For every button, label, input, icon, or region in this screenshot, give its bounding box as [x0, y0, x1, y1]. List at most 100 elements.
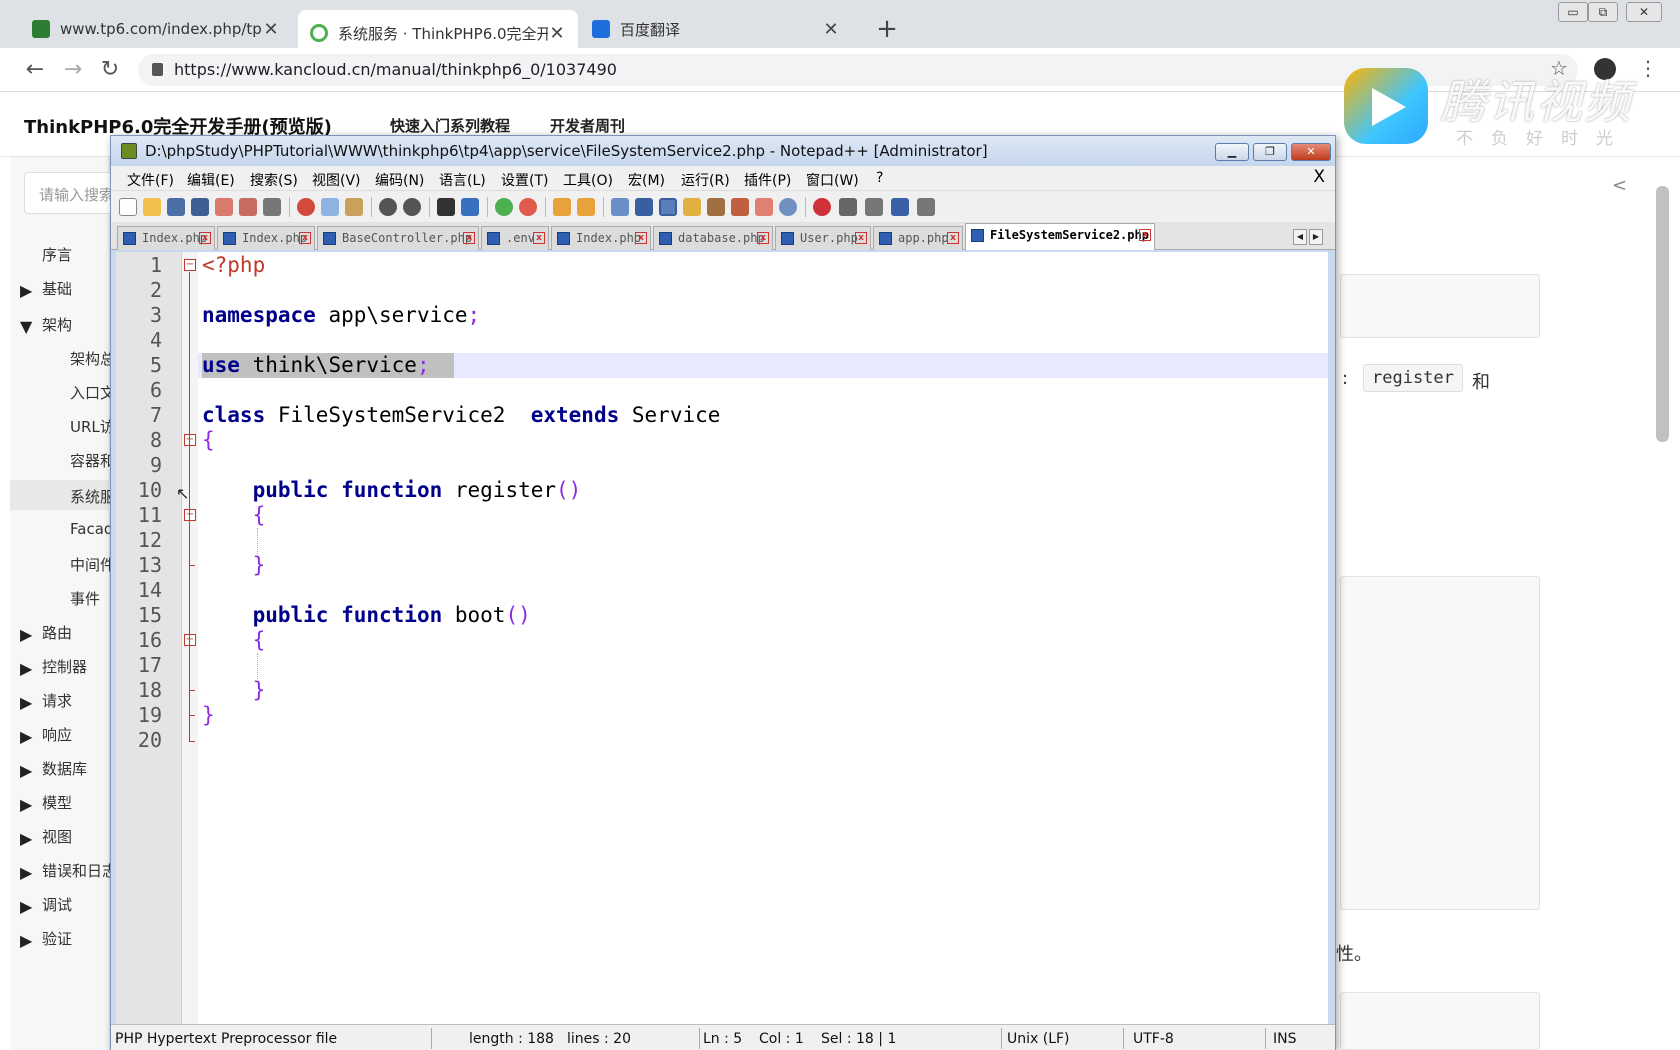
minimize-button[interactable]: ▭ [1558, 2, 1588, 22]
close-tab-icon[interactable]: x [299, 232, 311, 244]
close-tab-icon[interactable]: x [199, 232, 211, 244]
sidebar-item[interactable]: Facade [70, 520, 110, 538]
save-all-icon[interactable] [191, 198, 209, 216]
page-scrollbar[interactable] [1656, 186, 1669, 442]
sidebar-item[interactable]: 视图 [42, 826, 110, 847]
fold-toggle-icon[interactable]: − [184, 259, 196, 271]
close-window-button[interactable]: ✕ [1626, 2, 1662, 22]
doc-tab-env[interactable]: .env x [481, 226, 549, 250]
doc-tab-filesystemservice2[interactable]: FileSystemService2.php x [965, 223, 1155, 250]
close-tab-icon[interactable]: x [635, 232, 647, 244]
menu-window[interactable]: 窗口(W) [806, 170, 859, 190]
sidebar-item[interactable]: 控制器 [42, 656, 110, 677]
caret-right-icon[interactable]: ▶ [20, 863, 32, 882]
status-encoding[interactable]: UTF-8 [1133, 1031, 1174, 1047]
sync-vertical-icon[interactable] [553, 198, 571, 216]
menu-tools[interactable]: 工具(O) [563, 170, 613, 190]
undo-icon[interactable] [379, 198, 397, 216]
browser-tab-1[interactable]: www.tp6.com/index.php/tpshc ✕ [20, 10, 292, 48]
browser-menu-icon[interactable]: ⋮ [1638, 56, 1658, 80]
close-tab-icon[interactable]: x [533, 232, 545, 244]
header-link-quickstart[interactable]: 快速入门系列教程 [390, 115, 510, 136]
close-tab-icon[interactable]: ✕ [548, 23, 566, 44]
doc-tab-app[interactable]: app.php x [873, 226, 963, 250]
npp-maximize-button[interactable]: ❐ [1253, 143, 1287, 161]
caret-right-icon[interactable]: ▶ [20, 625, 32, 644]
sidebar-item[interactable]: 容器和依赖注入 [70, 450, 110, 471]
save-icon[interactable] [167, 198, 185, 216]
sidebar-item[interactable]: 序言 [42, 244, 110, 265]
doc-tab-basecontroller[interactable]: BaseController.php x [317, 226, 479, 250]
close-tab-icon[interactable]: x [855, 232, 867, 244]
code-editor[interactable]: 1234567891011121314151617181920 − − − − … [116, 252, 1328, 1024]
menu-run[interactable]: 运行(R) [681, 170, 730, 190]
caret-right-icon[interactable]: ▶ [20, 931, 32, 950]
record-macro-icon[interactable] [813, 198, 831, 216]
back-icon[interactable]: ← [20, 56, 50, 84]
sidebar-item[interactable]: 架构 [42, 314, 110, 335]
paste-icon[interactable] [345, 198, 363, 216]
caret-right-icon[interactable]: ▶ [20, 761, 32, 780]
caret-right-icon[interactable]: ▶ [20, 727, 32, 746]
close-file-icon[interactable] [215, 198, 233, 216]
close-tab-icon[interactable]: x [947, 232, 959, 244]
menu-file[interactable]: 文件(F) [127, 170, 174, 190]
menu-encoding[interactable]: 编码(N) [375, 170, 424, 190]
menu-close-doc-icon[interactable]: X [1313, 167, 1325, 187]
sidebar-item[interactable]: 中间件 [70, 554, 110, 575]
tab-scroll-left-icon[interactable]: ◀ [1293, 229, 1307, 245]
save-macro-icon[interactable] [917, 198, 935, 216]
sidebar-item[interactable]: 基础 [42, 278, 110, 299]
new-tab-button[interactable]: + [872, 14, 902, 44]
copy-icon[interactable] [321, 198, 339, 216]
browser-tab-3[interactable]: 百度翻译 ✕ [580, 10, 852, 48]
menu-plugins[interactable]: 插件(P) [744, 170, 791, 190]
zoom-out-icon[interactable] [519, 198, 537, 216]
doc-tab-user[interactable]: User.php x [775, 226, 871, 250]
caret-down-icon[interactable]: ▼ [20, 317, 32, 336]
close-tab-icon[interactable]: x [1139, 229, 1151, 241]
npp-minimize-button[interactable]: ▁ [1215, 143, 1249, 161]
fold-toggle-icon[interactable]: − [184, 634, 196, 646]
menu-macro[interactable]: 宏(M) [628, 170, 665, 190]
share-icon[interactable]: < [1612, 175, 1627, 196]
doc-tab-database[interactable]: database.php x [653, 226, 773, 250]
new-file-icon[interactable] [119, 198, 137, 216]
menu-language[interactable]: 语言(L) [439, 170, 486, 190]
play-macro-icon[interactable] [865, 198, 883, 216]
caret-right-icon[interactable]: ▶ [20, 659, 32, 678]
menu-search[interactable]: 搜索(S) [250, 170, 298, 190]
indent-guide-icon[interactable] [659, 198, 677, 216]
open-file-icon[interactable] [143, 198, 161, 216]
doc-map-icon[interactable] [707, 198, 725, 216]
status-eol[interactable]: Unix (LF) [1007, 1031, 1070, 1047]
caret-right-icon[interactable]: ▶ [20, 795, 32, 814]
menu-view[interactable]: 视图(V) [312, 170, 361, 190]
menu-edit[interactable]: 编辑(E) [187, 170, 235, 190]
fold-toggle-icon[interactable]: − [184, 434, 196, 446]
sidebar-item[interactable]: 模型 [42, 792, 110, 813]
sidebar-item[interactable]: 入口文件 [70, 382, 110, 403]
find-icon[interactable] [437, 198, 455, 216]
zoom-in-icon[interactable] [495, 198, 513, 216]
sidebar-item[interactable]: 响应 [42, 724, 110, 745]
sidebar-item[interactable]: 事件 [70, 588, 110, 609]
print-icon[interactable] [263, 198, 281, 216]
monitoring-icon[interactable] [779, 198, 797, 216]
sidebar-item[interactable]: URL访问 [70, 416, 110, 437]
header-link-weekly[interactable]: 开发者周刊 [550, 115, 625, 136]
close-tab-icon[interactable]: x [463, 232, 475, 244]
forward-icon[interactable]: → [58, 56, 88, 84]
menu-help[interactable]: ? [876, 170, 883, 186]
sidebar-item[interactable]: 验证 [42, 928, 110, 949]
sidebar-item[interactable]: 调试 [42, 894, 110, 915]
fold-toggle-icon[interactable]: − [184, 509, 196, 521]
stop-macro-icon[interactable] [839, 198, 857, 216]
sidebar-item[interactable]: 路由 [42, 622, 110, 643]
close-tab-icon[interactable]: ✕ [822, 19, 840, 40]
redo-icon[interactable] [403, 198, 421, 216]
sidebar-item[interactable]: 数据库 [42, 758, 110, 779]
tab-scroll-right-icon[interactable]: ▶ [1309, 229, 1323, 245]
close-tab-icon[interactable]: ✕ [262, 19, 280, 40]
sync-horizontal-icon[interactable] [577, 198, 595, 216]
